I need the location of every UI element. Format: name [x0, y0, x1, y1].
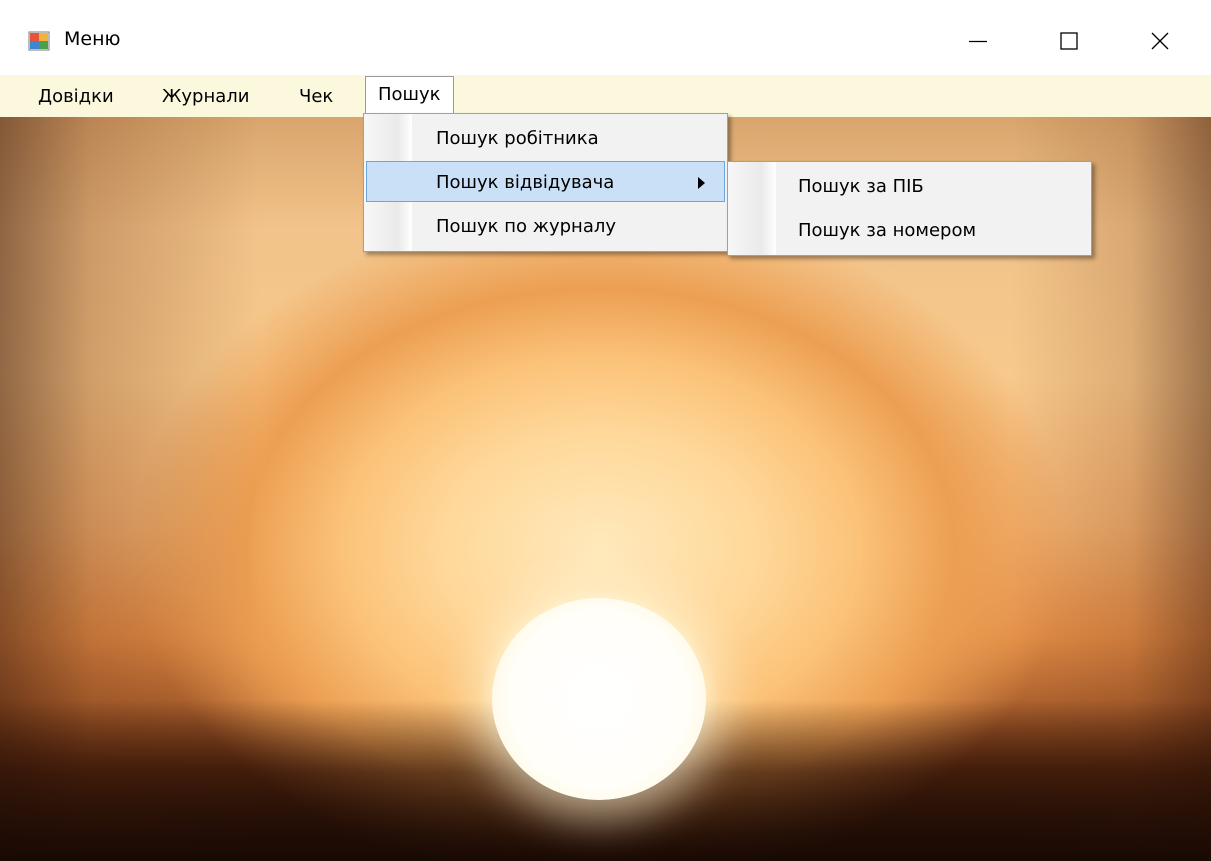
- minimize-icon: [969, 40, 987, 43]
- menu-item-search-journal[interactable]: Пошук по журналу: [366, 206, 725, 247]
- menu-item-search-by-name[interactable]: Пошук за ПІБ: [730, 166, 1089, 207]
- menu-item-search-worker[interactable]: Пошук робітника: [366, 118, 725, 159]
- maximize-icon: [1060, 32, 1078, 50]
- title-bar[interactable]: Меню: [0, 0, 1211, 75]
- menu-item-label: Пошук відвідувача: [436, 172, 615, 193]
- menu-bar: Довідки Журнали Чек Пошук: [0, 75, 1211, 117]
- close-button[interactable]: [1137, 18, 1183, 64]
- menu-item-label: Пошук робітника: [436, 128, 599, 149]
- app-icon: [28, 31, 50, 51]
- menu-item-label: Пошук за ПІБ: [798, 176, 924, 197]
- maximize-button[interactable]: [1046, 18, 1092, 64]
- menu-item-label: Пошук за номером: [798, 220, 977, 241]
- search-menu-dropdown: Пошук робітника Пошук відвідувача Пошук …: [363, 113, 728, 252]
- app-window: Меню Довідки Журнали Чек Пошук Пошук роб…: [0, 0, 1211, 861]
- menu-poshuk[interactable]: Пошук: [365, 76, 454, 114]
- window-title: Меню: [64, 28, 121, 50]
- close-icon: [1151, 32, 1169, 50]
- menu-item-search-by-number[interactable]: Пошук за номером: [730, 210, 1089, 251]
- sun-glow: [492, 598, 706, 800]
- visitor-submenu: Пошук за ПІБ Пошук за номером: [727, 161, 1092, 256]
- menu-item-label: Пошук по журналу: [436, 216, 617, 237]
- menu-item-search-visitor[interactable]: Пошук відвідувача: [366, 161, 725, 202]
- submenu-arrow-icon: [698, 177, 705, 189]
- menu-zhurnaly[interactable]: Журнали: [154, 81, 257, 113]
- minimize-button[interactable]: [955, 18, 1001, 64]
- menu-chek[interactable]: Чек: [291, 81, 341, 113]
- menu-dovidky[interactable]: Довідки: [30, 81, 122, 113]
